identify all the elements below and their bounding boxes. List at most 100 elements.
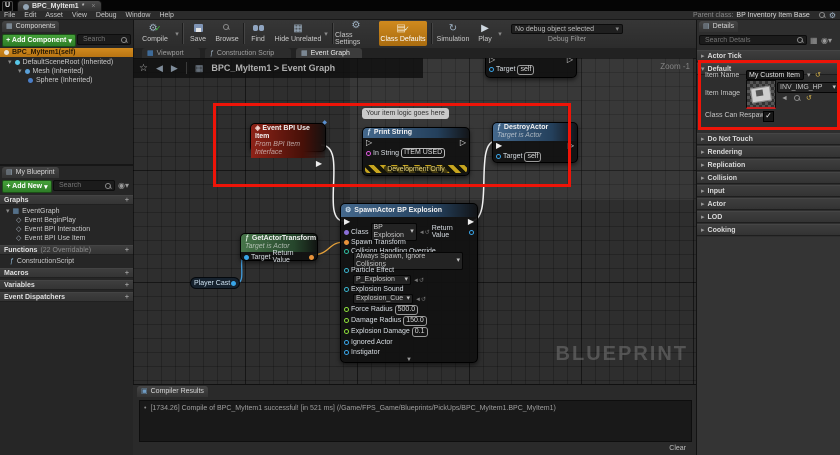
add-macro-icon[interactable]: + [125,270,129,277]
visibility-eye-icon[interactable]: ◉▾ [118,181,129,190]
comment-bubble[interactable]: Your item logic goes here [362,108,449,119]
section-collision[interactable]: ▸Collision [697,172,840,184]
exec-out-pin[interactable]: ▶ [316,160,322,168]
compiler-log[interactable]: • [1734.26] Compile of BPC_MyItem1 succe… [139,400,692,442]
simulation-button[interactable]: ↻ Simulation [434,21,472,46]
components-search[interactable] [77,34,131,45]
search-icon[interactable] [819,12,825,18]
property-matrix-icon[interactable]: ▦ [810,36,818,45]
hide-unrelated-chevron-icon[interactable]: ▾ [323,21,329,46]
item-name-input[interactable] [749,72,801,79]
node-destroy-actor[interactable]: ƒDestroyActor Target is Actor ▶ ▷ Target… [492,122,578,163]
self-value-box[interactable]: self [517,65,534,75]
menu-view[interactable]: View [72,12,87,19]
exec-pin[interactable]: ▷ [567,58,573,64]
collapse-node-arrow-icon[interactable]: ▼ [341,357,477,363]
float-pin[interactable] [344,318,349,323]
section-actor-tick[interactable]: ▸ Actor Tick [697,50,840,62]
edit-class-icon[interactable]: ⚙ [829,11,836,20]
item-name-field[interactable] [746,70,804,80]
collapse-arrow-icon[interactable]: ▾ [8,59,12,66]
node-player-cast-variable[interactable]: Player Cast [190,277,240,289]
menu-debug[interactable]: Debug [96,12,117,19]
reset-to-default-icon[interactable]: ↺ [806,94,812,102]
asset-browse-reset-icons[interactable]: ◄↺ [413,277,424,284]
item-image-asset-dropdown[interactable]: INV_IMG_HP▾ [777,82,839,93]
play-button[interactable]: ▶ Play [474,21,496,46]
object-pin[interactable] [489,67,494,72]
exec-out-pin[interactable]: ▶ [468,218,474,226]
menu-help[interactable]: Help [159,12,173,19]
event-graph-canvas[interactable]: BLUEPRINT ☆ ◀ ▶ ▦ BPC_MyItem1 > Event Gr… [133,58,696,384]
components-search-input[interactable] [81,35,121,44]
add-graph-icon[interactable]: + [125,197,129,204]
tab-construction-script[interactable]: ƒ Construction Scrip [205,48,291,58]
particle-pin[interactable] [344,268,349,273]
use-selected-arrow-icon[interactable]: ◄ [781,95,788,102]
exec-in-pin[interactable]: ▶ [344,218,350,226]
class-defaults-button[interactable]: ▤✓ Class Defaults [379,21,427,46]
event-bpi-interaction-item[interactable]: ◇ Event BPI Interaction [0,225,133,234]
compiler-results-tab[interactable]: ▣ Compiler Results [137,386,208,397]
node-print-string[interactable]: ƒ Print String ▷ ▷ In String ITEM USED D… [362,127,470,176]
add-new-button[interactable]: + Add New▾ [2,180,52,193]
object-out-pin[interactable] [231,281,236,286]
debug-object-dropdown[interactable]: No debug object selected ▾ [511,24,623,34]
component-row-self[interactable]: BPC_MyItem1(self) [0,48,133,57]
force-radius-value[interactable]: 500.0 [395,305,419,315]
node-get-actor-transform[interactable]: ƒGetActorTransform Target is Actor Targe… [240,233,318,261]
play-options-chevron-icon[interactable]: ▾ [497,21,503,46]
breadcrumb[interactable]: BPC_MyItem1 > Event Graph [211,63,335,73]
reset-to-default-icon[interactable]: ↺ [815,71,821,79]
transform-return-pin[interactable] [309,255,314,260]
float-pin[interactable] [344,307,349,312]
float-pin[interactable] [344,329,349,334]
menu-asset[interactable]: Asset [45,12,63,19]
components-panel-tab[interactable]: ▦ Components [2,21,59,32]
in-string-value[interactable]: ITEM USED [401,148,445,158]
transform-pin[interactable] [344,240,349,245]
collapse-arrow-icon[interactable]: ▾ [18,68,22,75]
variables-section-header[interactable]: Variables+ [0,280,133,290]
sound-dropdown[interactable]: Explosion_Cue▾ [353,294,413,304]
exec-in-pin[interactable]: ▷ [366,139,372,147]
string-pin[interactable] [366,151,371,156]
details-search-input[interactable] [703,36,787,45]
section-cooking[interactable]: ▸Cooking [697,224,840,236]
hide-unrelated-button[interactable]: ▦ Hide Unrelated [273,21,323,46]
class-pin[interactable] [344,230,349,235]
add-variable-icon[interactable]: + [125,282,129,289]
target-pin[interactable] [496,154,501,159]
item-image-thumbnail[interactable] [746,80,776,109]
section-do-not-touch[interactable]: ▸Do Not Touch [697,133,840,145]
explosion-damage-value[interactable]: 0.1 [412,327,428,337]
exec-out-pin[interactable]: ▷ [568,142,574,150]
add-component-button[interactable]: + Add Component▾ [2,34,76,47]
visibility-eye-icon[interactable]: ◉▾ [821,36,832,45]
my-blueprint-panel-tab[interactable]: ▤ My Blueprint [2,167,59,178]
particle-dropdown[interactable]: P_Explosion▾ [353,275,411,285]
section-rendering[interactable]: ▸Rendering [697,146,840,158]
node-top-partial[interactable]: ▷ ▷ Target self [485,58,577,78]
forward-arrow-icon[interactable]: ▶ [171,63,178,74]
graphs-section-header[interactable]: Graphs+ [0,195,133,205]
compile-options-chevron-icon[interactable]: ▾ [174,21,180,46]
exec-pin[interactable]: ▷ [489,58,495,64]
find-button[interactable]: Find [246,21,270,46]
event-bpi-use-item-item[interactable]: ◇ Event BPI Use Item [0,234,133,243]
component-row-sphere[interactable]: Sphere (Inherited) [0,76,133,85]
chevron-down-icon[interactable]: ▾ [807,71,811,79]
functions-section-header[interactable]: Functions (22 Overridable) + [0,245,133,255]
tab-event-graph[interactable]: ▦ Event Graph [296,48,362,58]
my-blueprint-search-input[interactable] [57,181,104,190]
section-replication[interactable]: ▸Replication [697,159,840,171]
clear-log-button[interactable]: Clear [669,445,686,452]
event-graph-item[interactable]: ▾ ▦ EventGraph [0,207,133,216]
return-value-pin[interactable] [469,230,474,235]
favorite-star-icon[interactable]: ☆ [139,63,148,74]
panel-divider[interactable] [0,164,133,166]
save-button[interactable]: Save [186,21,210,46]
damage-radius-value[interactable]: 150.0 [403,316,427,326]
menu-edit[interactable]: Edit [24,12,36,19]
component-row-mesh[interactable]: ▾ Mesh (Inherited) [0,67,133,76]
